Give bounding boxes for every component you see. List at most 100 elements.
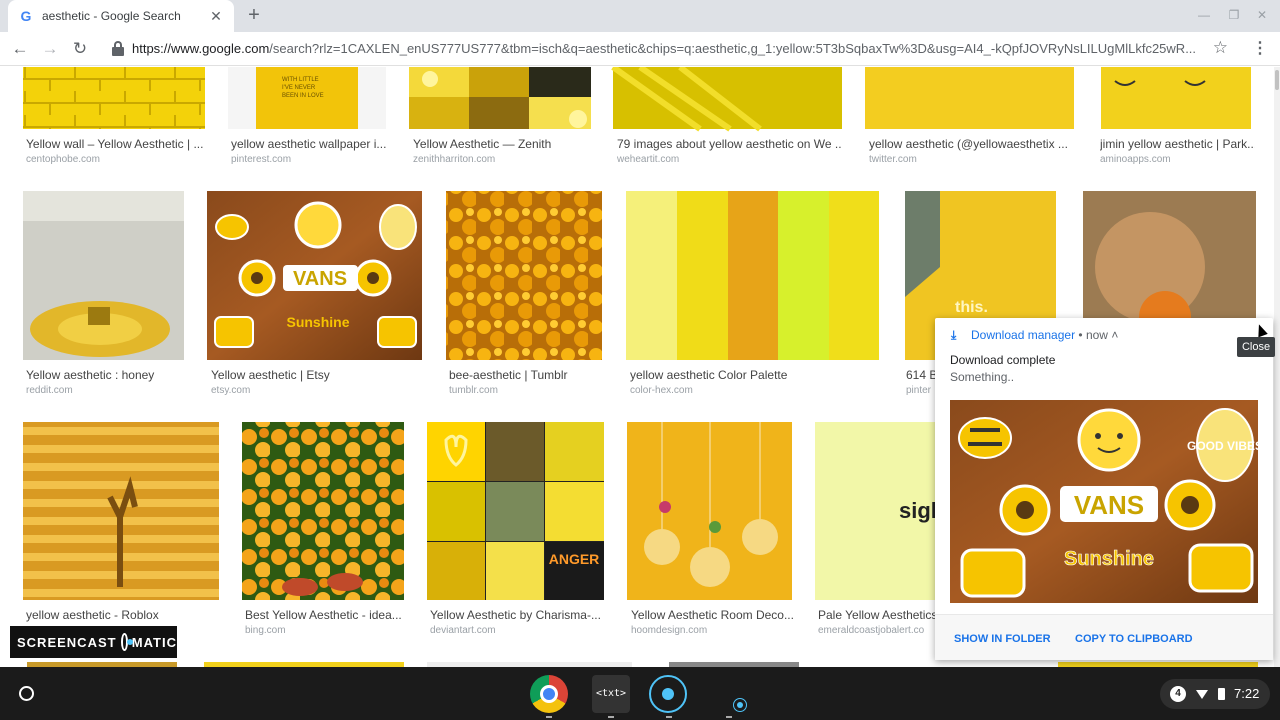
url-host: https://www.google.com xyxy=(132,41,270,56)
address-bar[interactable]: https://www.google.com/search?rlz=1CAXLE… xyxy=(104,36,1236,62)
url-path: /search?rlz=1CAXLEN_enUS777US777&tbm=isc… xyxy=(269,41,1197,56)
result-source: zenithharriton.com xyxy=(413,154,496,165)
svg-text:WITH LITTLE: WITH LITTLE xyxy=(282,77,319,83)
result-title[interactable]: 79 images about yellow aesthetic on We .… xyxy=(617,137,842,151)
result-title[interactable]: yellow aesthetic wallpaper i... xyxy=(231,137,386,151)
result-image-15[interactable]: ANGER xyxy=(427,422,604,600)
result-source: bing.com xyxy=(245,625,286,636)
forward-arrow-icon[interactable]: → xyxy=(39,38,61,60)
result-source: color-hex.com xyxy=(630,385,693,396)
result-title[interactable]: jimin yellow aesthetic | Park... xyxy=(1100,137,1255,151)
result-source: hoomdesign.com xyxy=(631,625,708,636)
text-app-icon[interactable]: <txt> xyxy=(592,675,630,713)
notification-header: ⤓ Download manager • now ˄ xyxy=(951,328,1118,343)
result-source: pinter xyxy=(906,385,932,396)
notification-message: Something.. xyxy=(950,370,1015,384)
result-title[interactable]: Yellow Aesthetic — Zenith xyxy=(413,137,591,151)
minimize-icon[interactable]: — xyxy=(1195,8,1213,22)
result-title[interactable]: 614 B xyxy=(906,368,936,382)
result-title[interactable]: Yellow aesthetic | Etsy xyxy=(211,368,421,382)
result-title[interactable]: yellow aesthetic - Roblox xyxy=(26,608,216,622)
bookmark-star-icon[interactable]: ☆ xyxy=(1213,38,1228,58)
result-image-1[interactable] xyxy=(23,67,205,129)
result-image-7[interactable] xyxy=(23,191,184,360)
result-title[interactable]: Yellow wall – Yellow Aesthetic | ... xyxy=(26,137,204,151)
palette-swatch-5 xyxy=(829,191,879,360)
result-title[interactable]: Best Yellow Aesthetic - idea... xyxy=(245,608,405,622)
palette-swatch-1 xyxy=(626,191,677,360)
result-title[interactable]: Yellow Aesthetic by Charisma-... xyxy=(430,608,605,622)
result-image-16[interactable] xyxy=(627,422,792,600)
result-image-5[interactable] xyxy=(865,67,1074,129)
chevron-up-icon[interactable]: ˄ xyxy=(1111,328,1118,342)
result-title[interactable]: yellow aesthetic (@yellowaesthetix ... xyxy=(869,137,1074,151)
restore-icon[interactable]: ❐ xyxy=(1225,8,1243,22)
image-text-poster: this. xyxy=(955,299,988,316)
os-shelf: <txt> 4 7:22 xyxy=(0,667,1280,720)
palette-swatch-4 xyxy=(778,191,829,360)
result-source: tumblr.com xyxy=(449,385,498,396)
browser-tab[interactable]: G aesthetic - Google Search ✕ xyxy=(8,0,234,32)
result-title[interactable]: Yellow aesthetic : honey xyxy=(26,368,186,382)
result-source: deviantart.com xyxy=(430,625,496,636)
result-image-8[interactable]: VANS Sunshine xyxy=(207,191,422,360)
tab-close-icon[interactable]: ✕ xyxy=(208,8,224,25)
image-text-brand-1: VANS xyxy=(293,268,347,290)
launcher-icon[interactable] xyxy=(19,686,34,701)
result-source: reddit.com xyxy=(26,385,73,396)
url-text[interactable]: https://www.google.com/search?rlz=1CAXLE… xyxy=(132,41,1202,56)
result-source: etsy.com xyxy=(211,385,251,396)
notification-time: now xyxy=(1085,328,1108,342)
result-title[interactable]: yellow aesthetic Color Palette xyxy=(630,368,878,382)
screencast-app-icon[interactable] xyxy=(649,675,687,713)
result-image-10[interactable] xyxy=(626,191,879,360)
window-close-icon[interactable]: ✕ xyxy=(1253,8,1271,22)
image-text-word-1: Sunshine xyxy=(286,314,349,330)
copy-to-clipboard-button[interactable]: COPY TO CLIPBOARD xyxy=(1075,633,1193,645)
running-indicator xyxy=(726,716,732,718)
image-text-brand-2: VANS xyxy=(1074,490,1144,520)
reload-icon[interactable]: ↻ xyxy=(69,38,91,60)
lock-icon xyxy=(112,41,124,56)
page-scrollbar[interactable] xyxy=(1274,67,1280,667)
notification-title: Download complete xyxy=(950,353,1056,367)
watermark-text-left: SCREENCAST xyxy=(17,634,117,650)
tab-strip: G aesthetic - Google Search ✕ + — ❐ ✕ xyxy=(0,0,1280,32)
watermark-text-right: MATIC xyxy=(131,634,177,650)
battery-icon xyxy=(1218,688,1225,700)
result-source: pinterest.com xyxy=(231,154,292,165)
chrome-icon[interactable] xyxy=(530,675,568,713)
result-image-13[interactable] xyxy=(23,422,219,600)
close-tooltip: Close xyxy=(1237,337,1275,357)
result-image-6[interactable] xyxy=(1101,67,1251,129)
running-indicator xyxy=(608,716,614,718)
palette-swatch-2 xyxy=(677,191,728,360)
result-title[interactable]: Pale Yellow Aesthetics xyxy=(818,608,936,622)
show-in-folder-button[interactable]: SHOW IN FOLDER xyxy=(954,633,1051,645)
notification-count-badge: 4 xyxy=(1170,686,1186,702)
browser-toolbar: ← → ↻ https://www.google.com/search?rlz=… xyxy=(0,32,1280,66)
result-source: weheartit.com xyxy=(617,154,680,165)
result-image-4[interactable] xyxy=(611,67,842,132)
download-icon: ⤓ xyxy=(951,328,957,342)
result-source: twitter.com xyxy=(869,154,917,165)
scrollbar-thumb[interactable] xyxy=(1275,70,1279,90)
result-image-3[interactable] xyxy=(409,67,591,129)
image-text-vibes: GOOD VIBES xyxy=(1187,439,1258,453)
back-arrow-icon[interactable]: ← xyxy=(9,38,31,60)
download-notification[interactable]: ⤓ Download manager • now ˄ Download compl… xyxy=(935,318,1273,660)
screencast-recorder-icon[interactable] xyxy=(733,698,747,712)
notification-footer: SHOW IN FOLDER COPY TO CLIPBOARD xyxy=(935,614,1273,660)
result-image-14[interactable] xyxy=(242,422,404,600)
new-tab-button[interactable]: + xyxy=(244,5,264,25)
image-text-sign: ANGER xyxy=(549,551,600,567)
menu-kebab-icon[interactable]: ⋮ xyxy=(1252,38,1268,58)
watermark-logo-icon xyxy=(120,633,133,651)
tab-title: aesthetic - Google Search xyxy=(42,9,181,23)
result-title[interactable]: Yellow Aesthetic Room Deco... xyxy=(631,608,796,622)
notification-separator: • xyxy=(1078,328,1083,342)
result-title[interactable]: bee-aesthetic | Tumblr xyxy=(449,368,601,382)
status-tray[interactable]: 4 7:22 xyxy=(1160,679,1270,709)
result-image-9[interactable] xyxy=(446,191,602,360)
result-image-2[interactable]: WITH LITTLE I'VE NEVER BEEN IN LOVE xyxy=(228,67,386,129)
